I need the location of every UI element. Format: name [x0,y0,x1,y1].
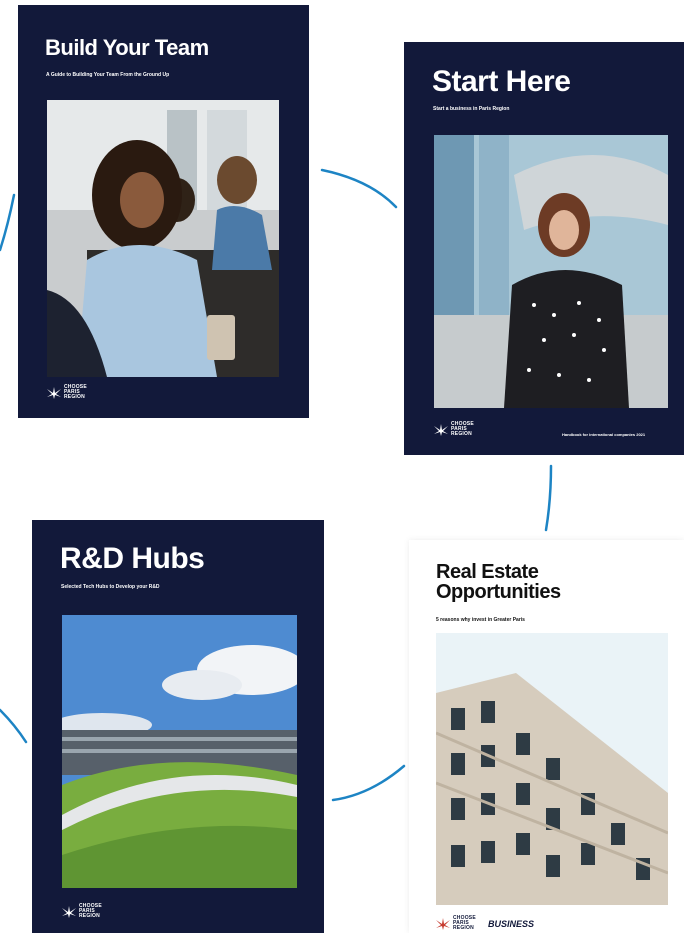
choose-paris-region-logo-icon [47,386,61,399]
choose-paris-region-logo: CHOOSE PARIS REGION [434,422,474,437]
logo-line-3: REGION [453,925,474,931]
connector-team-to-start [320,168,398,209]
partner-logo: BUSINESS [488,919,535,929]
choose-paris-region-logo: CHOOSE PARIS REGION [47,385,87,400]
connector-left-top [0,193,16,252]
choose-paris-region-logo: CHOOSE PARIS REGION [436,916,476,931]
brochure-start-here[interactable]: Start Here Start a business in Paris Reg… [404,42,684,455]
brochure-build-your-team[interactable]: Build Your Team A Guide to Building Your… [18,5,309,418]
cover-photo [434,135,668,408]
choose-paris-region-logo-icon [434,423,448,436]
brochure-title: Start Here [432,65,571,98]
choose-paris-region-logo-icon [436,917,450,930]
brochure-subtitle: Selected Tech Hubs to Develop your R&D [61,584,160,590]
choose-paris-region-logo-icon [62,905,76,918]
brochure-title: R&D Hubs [60,542,205,575]
brochure-real-estate-opportunities[interactable]: Real Estate Opportunities 5 reasons why … [409,540,684,933]
cover-photo [47,100,279,377]
connector-start-to-realestate [544,464,553,532]
cover-photo [436,633,668,905]
cover-photo [62,615,297,888]
brochure-title: Real Estate Opportunities [436,561,561,603]
connector-realestate-to-rd [331,764,406,802]
connector-left-bottom [0,708,28,744]
logo-line-3: REGION [451,431,472,437]
brochure-rd-hubs[interactable]: R&D Hubs Selected Tech Hubs to Develop y… [32,520,324,933]
brochure-subtitle: A Guide to Building Your Team From the G… [46,72,170,78]
choose-paris-region-logo: CHOOSE PARIS REGION [62,904,102,919]
brochure-subtitle: Start a business in Paris Region [433,106,510,112]
brochure-title: Build Your Team [45,35,209,60]
logo-line-3: REGION [64,394,85,400]
brochure-subtitle: 5 reasons why invest in Greater Paris [436,617,525,623]
logo-line-3: REGION [79,913,100,919]
footer-note: Handbook for international companies 202… [562,432,646,437]
